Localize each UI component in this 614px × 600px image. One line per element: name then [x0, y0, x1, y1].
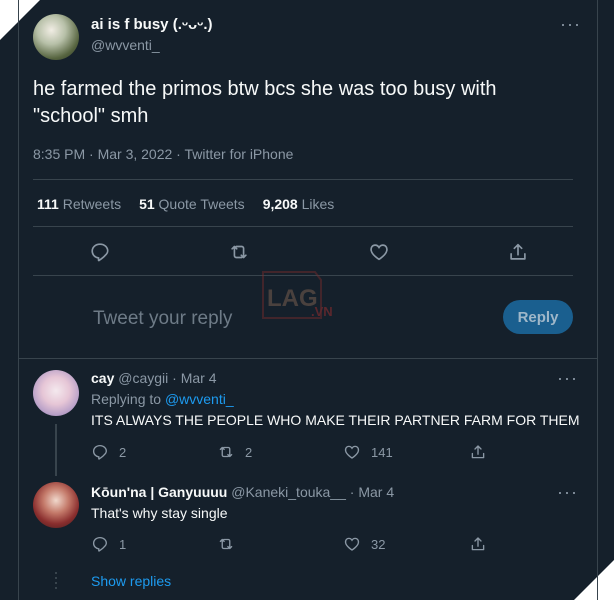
like-icon [344, 445, 360, 459]
display-name[interactable]: Kōun'na | Ganyuuuu [91, 484, 227, 500]
retweet-icon[interactable] [228, 241, 250, 263]
tweet-text: ITS ALWAYS THE PEOPLE WHO MAKE THEIR PAR… [91, 412, 580, 428]
retweet-action[interactable]: 2 [217, 443, 343, 461]
retweets-stat[interactable]: 111 Retweets [37, 196, 121, 212]
like-action[interactable]: 32 [343, 535, 469, 553]
divider [33, 179, 573, 180]
reply-tweet[interactable]: cay @caygii · Mar 4 ··· Replying to @wvv… [19, 358, 597, 476]
thread-dots [55, 572, 57, 592]
svg-text:.VN: .VN [311, 304, 333, 319]
reply-action[interactable]: 2 [91, 443, 217, 461]
reply-button[interactable]: Reply [503, 300, 573, 334]
likes-stat[interactable]: 9,208 Likes [263, 196, 335, 212]
thread-line [55, 424, 57, 476]
avatar[interactable] [33, 482, 79, 528]
reply-icon [92, 444, 107, 460]
like-count: 141 [371, 444, 393, 460]
share-action[interactable] [469, 443, 509, 461]
handle[interactable]: @Kaneki_touka__ [231, 484, 346, 500]
tweet-stats: 111 Retweets 51 Quote Tweets 9,208 Likes [37, 196, 334, 212]
mention-link[interactable]: @wvventi_ [165, 391, 234, 407]
watermark-logo: LAG .VN [261, 266, 353, 326]
reply-input[interactable]: Tweet your reply [93, 308, 232, 330]
retweet-action[interactable] [217, 535, 343, 553]
like-icon[interactable] [368, 241, 390, 263]
tweet-meta: 8:35 PM · Mar 3, 2022 · Twitter for iPho… [33, 146, 294, 162]
more-options-icon[interactable]: ··· [560, 14, 581, 35]
retweet-icon [219, 446, 233, 458]
like-action[interactable]: 141 [343, 443, 469, 461]
reply-count: 2 [119, 444, 127, 460]
tweet-actions: 2 2 141 [91, 443, 511, 461]
tweet-thread: ai is f busy (.ᵕᴗᵕ.) @wvventi_ ··· he fa… [18, 0, 598, 600]
quote-tweets-stat[interactable]: 51 Quote Tweets [139, 196, 245, 212]
display-name[interactable]: cay [91, 370, 114, 386]
tweet-text: That's why stay single [91, 505, 228, 521]
reply-icon[interactable] [89, 241, 111, 263]
reply-action[interactable]: 1 [91, 535, 217, 553]
share-icon [471, 537, 485, 551]
more-options-icon[interactable]: ··· [557, 368, 578, 389]
share-icon [471, 445, 485, 459]
tweet-date[interactable]: Mar 4 [181, 370, 217, 386]
more-options-icon[interactable]: ··· [557, 482, 578, 503]
tweet-date[interactable]: Mar 4 [358, 484, 394, 500]
show-replies-link[interactable]: Show replies [91, 573, 171, 589]
share-icon[interactable] [507, 241, 529, 263]
avatar[interactable] [33, 14, 79, 60]
share-action[interactable] [469, 535, 509, 553]
retweet-icon [219, 538, 233, 550]
handle[interactable]: @wvventi_ [91, 37, 160, 53]
avatar[interactable] [33, 370, 79, 416]
display-name[interactable]: ai is f busy (.ᵕᴗᵕ.) [91, 16, 213, 33]
divider [33, 226, 573, 227]
replying-to: Replying to @wvventi_ [91, 391, 234, 407]
tweet-actions: 1 32 [91, 535, 511, 553]
handle[interactable]: @caygii [118, 370, 168, 386]
reply-icon [92, 536, 107, 552]
like-icon [344, 537, 360, 551]
tweet-actions [89, 241, 529, 263]
like-count: 32 [371, 536, 386, 552]
reply-count: 1 [119, 536, 127, 552]
tweet-text: he farmed the primos btw bcs she was too… [33, 78, 497, 127]
retweet-count: 2 [245, 444, 253, 460]
reply-tweet[interactable]: Kōun'na | Ganyuuuu @Kaneki_touka__ · Mar… [19, 472, 597, 572]
